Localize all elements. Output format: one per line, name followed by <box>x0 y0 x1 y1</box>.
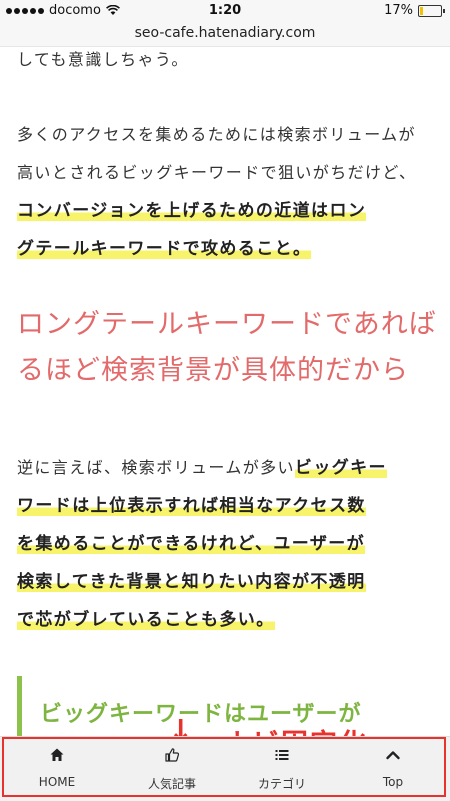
nav-category[interactable]: カテゴリ <box>227 737 337 799</box>
highlighted-text: 検索してきた背景と知りたい内容が不透明 <box>17 572 366 592</box>
annotation-arrow: ↓ <box>168 714 194 736</box>
home-icon <box>50 748 64 761</box>
text-line: 多くのアクセスを集めるためには検索ボリュームが <box>17 125 416 144</box>
nav-label: 人気記事 <box>147 777 196 791</box>
section-heading: ロングテールキーワードであれば るほど検索背景が具体的だから <box>17 302 437 394</box>
status-bar: docomo 1:20 17% <box>0 0 450 22</box>
highlighted-text: コンバージョンを上げるための近道はロン <box>17 201 367 221</box>
nav-label: カテゴリ <box>257 777 306 791</box>
thumbs-up-icon <box>165 748 180 762</box>
battery-info: 17% <box>384 3 445 18</box>
battery-percent: 17% <box>384 3 413 18</box>
subheading-accent-bar <box>17 676 22 736</box>
annotation-text: ナビ固定化 <box>223 722 368 736</box>
nav-popular[interactable]: 人気記事 <box>117 737 227 799</box>
paragraph-2: 逆に言えば、検索ボリュームが多いビッグキー ワードは上位表示すれば相当なアクセス… <box>17 449 437 639</box>
highlighted-text: グテールキーワードで攻めること。 <box>17 239 312 259</box>
battery-icon <box>418 4 445 17</box>
paragraph-top: しても意識しちゃう。 <box>17 46 437 79</box>
highlighted-text: ビッグキー <box>294 458 387 478</box>
nav-label: Top <box>382 775 404 789</box>
highlighted-text: を集めることができるけれど、ユーザーが <box>17 534 366 554</box>
nav-home[interactable]: HOME <box>2 737 112 799</box>
paragraph-1: 多くのアクセスを集めるためには検索ボリュームが 高いとされるビッグキーワードで狙… <box>17 116 437 268</box>
battery-fill <box>420 6 423 15</box>
chevron-up-icon <box>386 751 400 760</box>
list-icon <box>275 750 289 760</box>
highlighted-text: ワードは上位表示すれば相当なアクセス数 <box>17 496 366 516</box>
text-line: しても意識しちゃう。 <box>17 50 189 69</box>
heading-line: るほど検索背景が具体的だから <box>17 355 409 386</box>
nav-label: HOME <box>38 775 76 789</box>
clock: 1:20 <box>208 3 242 18</box>
bottom-navigation: HOME 人気記事 カテゴリ Top <box>0 736 450 801</box>
url-text: seo-cafe.hatenadiary.com <box>134 25 316 41</box>
nav-top[interactable]: Top <box>338 737 448 799</box>
heading-line: ロングテールキーワードであれば <box>17 309 437 340</box>
text-line: 逆に言えば、検索ボリュームが多い <box>17 458 295 477</box>
text-line: 高いとされるビッグキーワードで狙いがちだけど、 <box>17 163 417 182</box>
address-bar[interactable]: seo-cafe.hatenadiary.com <box>0 22 450 47</box>
article-content: しても意識しちゃう。 多くのアクセスを集めるためには検索ボリュームが 高いとされ… <box>0 46 450 736</box>
highlighted-text: で芯がブレていることも多い。 <box>17 610 275 630</box>
